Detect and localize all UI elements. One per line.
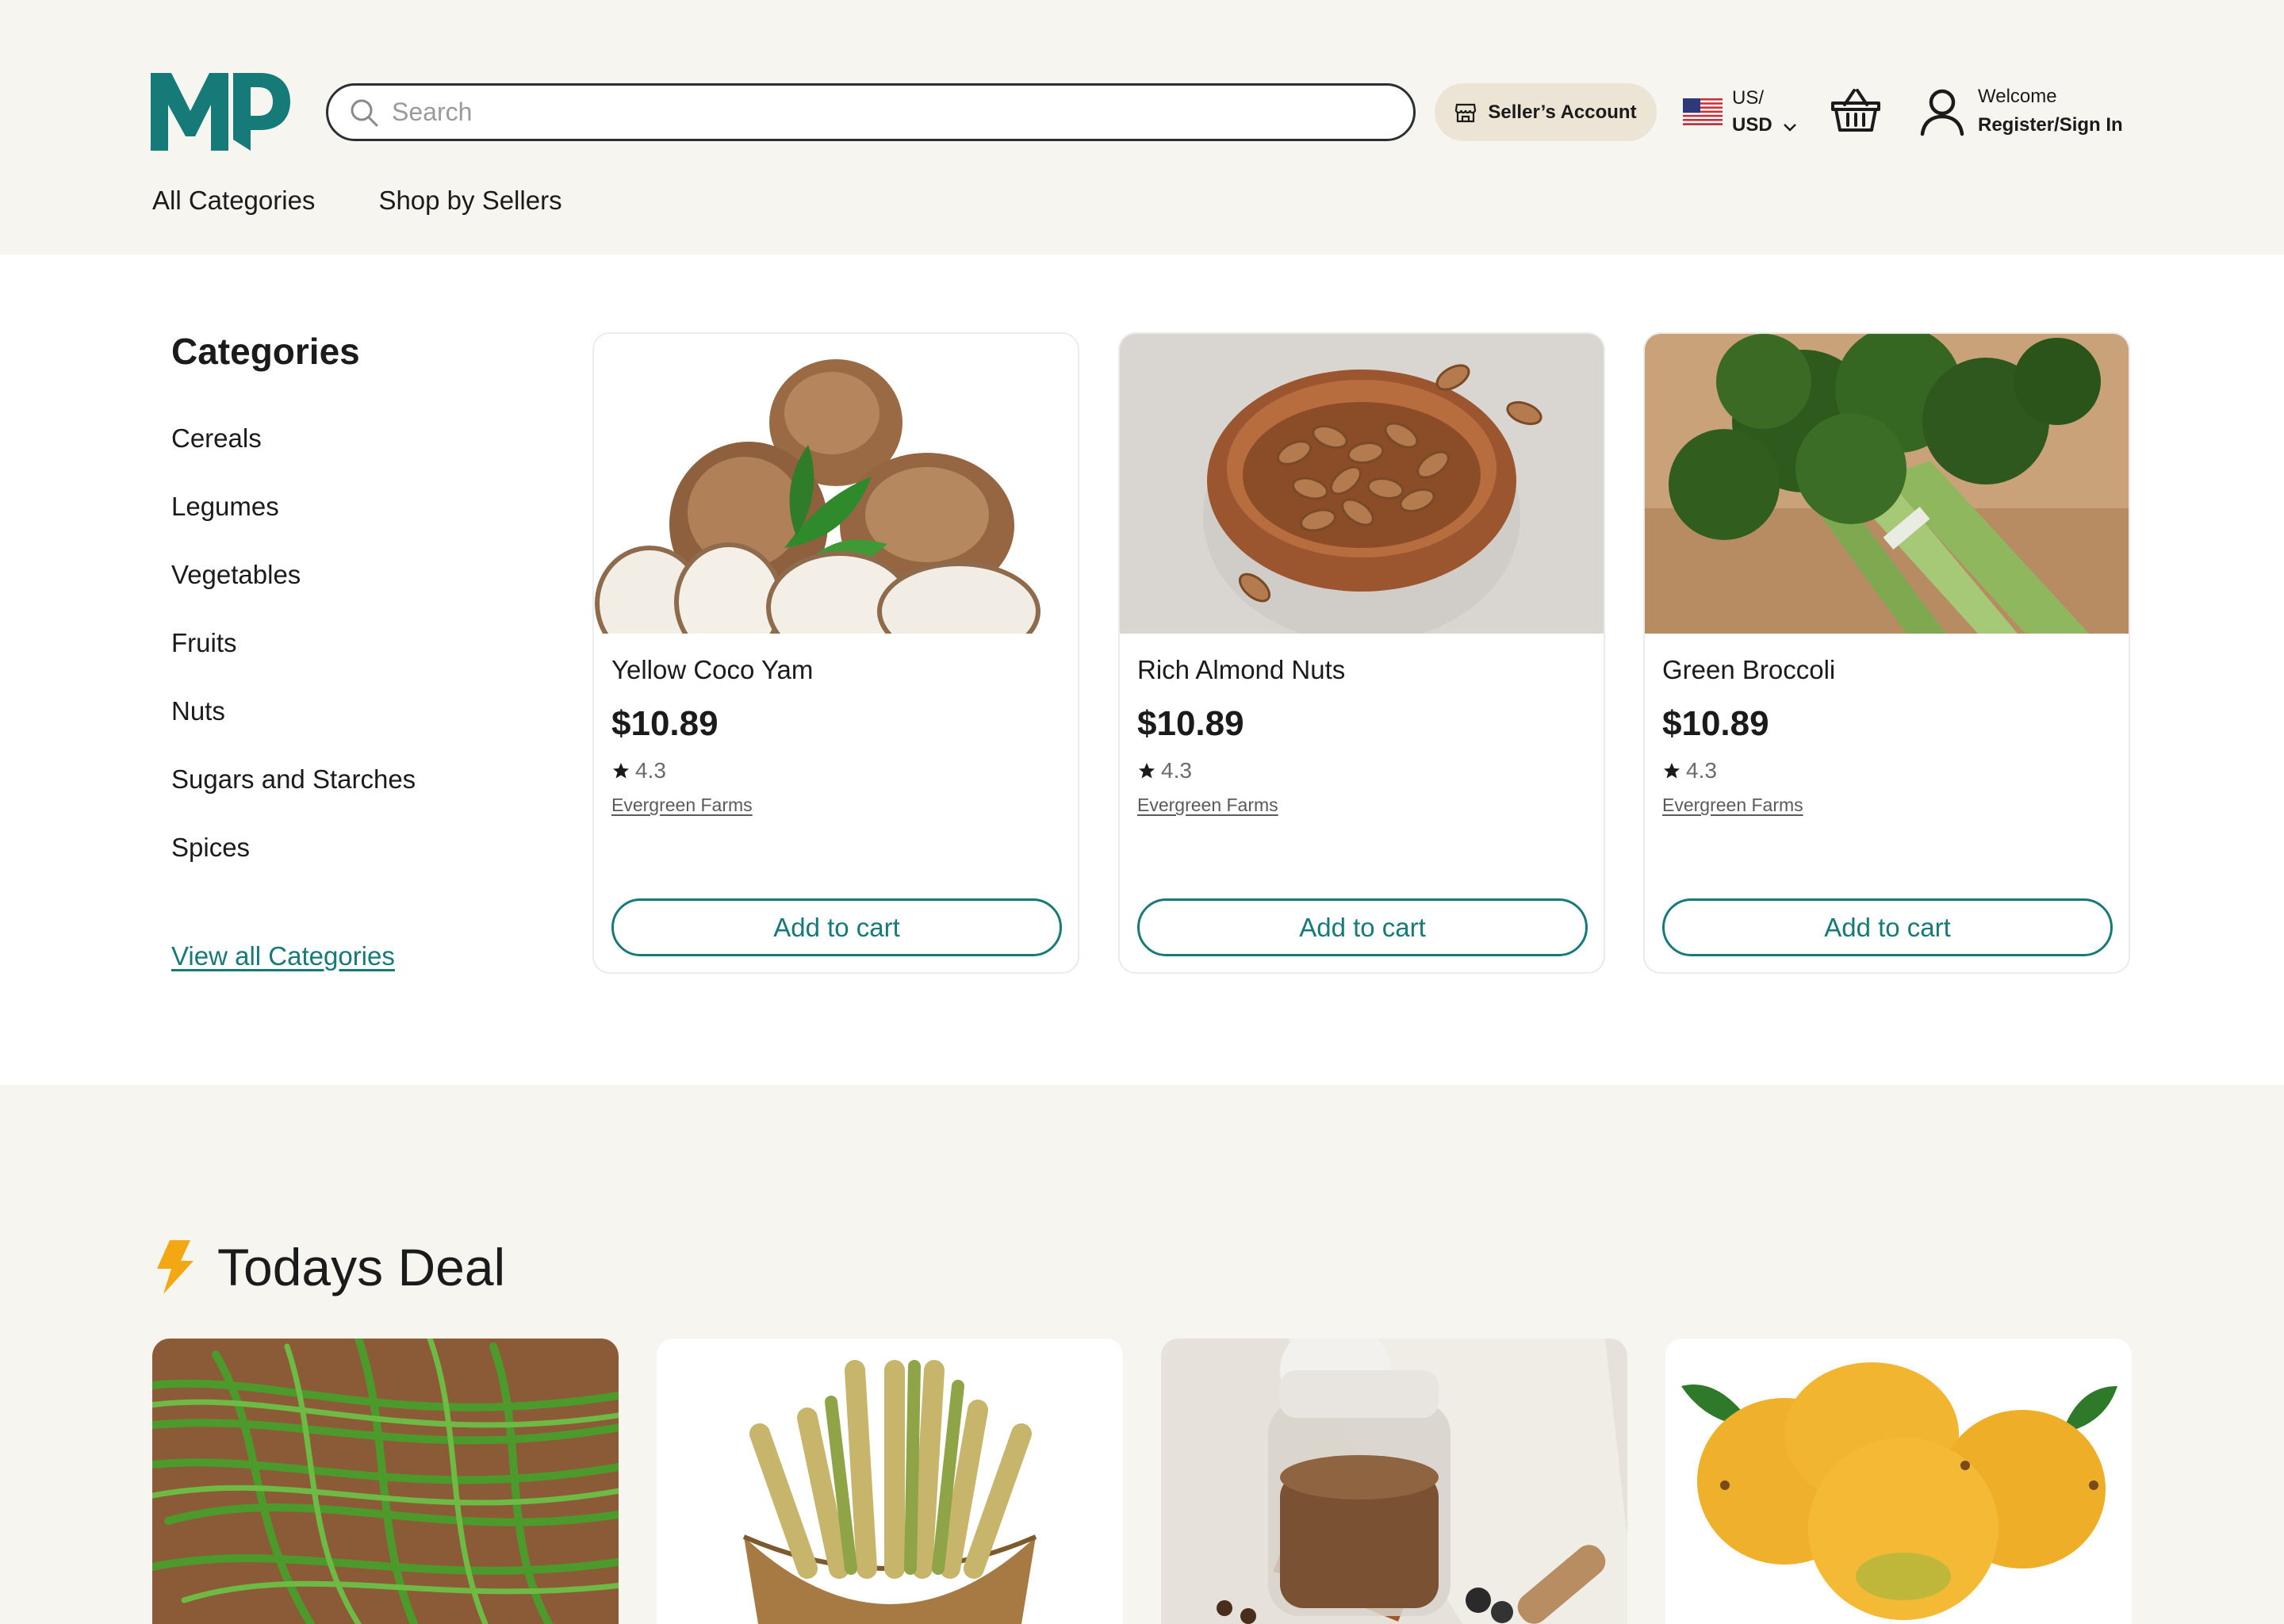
product-card[interactable]: Green Broccoli $10.89 4.3 Evergreen Farm… (1643, 332, 2130, 974)
product-seller-link[interactable]: Evergreen Farms (1662, 795, 1803, 816)
currency-selector[interactable]: US/ USD (1683, 86, 1802, 141)
store-icon (1455, 103, 1477, 122)
user-icon[interactable] (1919, 89, 1965, 136)
star-icon (1664, 763, 1680, 779)
star-icon (1139, 763, 1155, 779)
category-item-sugars-and-starches[interactable]: Sugars and Starches (171, 762, 416, 830)
deal-card-green-beans[interactable] (152, 1339, 619, 1624)
mangoes-image (1665, 1339, 2132, 1624)
rating-value: 4.3 (635, 758, 666, 783)
categories-title: Categories (171, 331, 360, 372)
welcome-text: Welcome (1978, 86, 2057, 107)
featured-section: Categories Cereals Legumes Vegetables Fr… (0, 255, 2284, 1085)
mp-logo[interactable] (151, 73, 290, 151)
product-image-almonds[interactable] (1120, 334, 1604, 634)
product-seller-link[interactable]: Evergreen Farms (611, 795, 753, 816)
deal-card-mangoes[interactable] (1665, 1339, 2132, 1624)
product-image-broccoli[interactable] (1645, 334, 2129, 634)
main-nav: All Categories Shop by Sellers (152, 186, 562, 216)
broccoli-image (1645, 334, 2129, 634)
product-card[interactable]: Yellow Coco Yam $10.89 4.3 Evergreen Far… (592, 332, 1079, 974)
product-price: $10.89 (611, 704, 719, 743)
todays-deal-title: Todays Deal (217, 1238, 506, 1297)
us-flag-icon (1683, 98, 1723, 125)
product-price: $10.89 (1137, 704, 1244, 743)
spice-jar-image (1161, 1339, 1627, 1624)
site-header: Seller’s Account US/ USD Welcome Registe… (0, 0, 2284, 255)
product-rating: 4.3 (611, 758, 666, 783)
locale-currency: USD (1732, 114, 1772, 136)
product-seller-link[interactable]: Evergreen Farms (1137, 795, 1278, 816)
search-icon (351, 99, 378, 126)
coco-yam-image (594, 334, 1078, 634)
add-to-cart-button[interactable]: Add to cart (1662, 898, 2113, 956)
category-item-vegetables[interactable]: Vegetables (171, 557, 416, 626)
product-image-coco-yam[interactable] (594, 334, 1078, 634)
product-card[interactable]: Rich Almond Nuts $10.89 4.3 Evergreen Fa… (1118, 332, 1605, 974)
view-all-categories-link[interactable]: View all Categories (171, 941, 395, 971)
green-beans-image (152, 1339, 619, 1624)
rating-value: 4.3 (1161, 758, 1192, 783)
sellers-account-button[interactable]: Seller’s Account (1435, 83, 1657, 141)
locale-country: US/ (1732, 87, 1765, 109)
sellers-account-label: Seller’s Account (1488, 101, 1637, 123)
category-item-legumes[interactable]: Legumes (171, 489, 416, 557)
product-name[interactable]: Green Broccoli (1662, 655, 1835, 685)
add-to-cart-button[interactable]: Add to cart (611, 898, 1062, 956)
product-rating: 4.3 (1662, 758, 1717, 783)
product-rating: 4.3 (1137, 758, 1192, 783)
deal-card-sugarcane[interactable] (657, 1339, 1123, 1624)
deal-card-spice-jar[interactable] (1161, 1339, 1627, 1624)
lightning-icon (157, 1240, 194, 1294)
sugarcane-image (657, 1339, 1123, 1624)
category-item-cereals[interactable]: Cereals (171, 421, 416, 489)
star-icon (613, 763, 629, 779)
chevron-down-icon (1784, 124, 1796, 132)
product-name[interactable]: Yellow Coco Yam (611, 655, 813, 685)
add-to-cart-button[interactable]: Add to cart (1137, 898, 1588, 956)
register-sign-in-link[interactable]: Register/Sign In (1978, 114, 2123, 136)
product-name[interactable]: Rich Almond Nuts (1137, 655, 1345, 685)
basket-icon[interactable] (1830, 86, 1881, 133)
category-item-fruits[interactable]: Fruits (171, 626, 416, 694)
nav-all-categories[interactable]: All Categories (152, 186, 315, 216)
category-item-nuts[interactable]: Nuts (171, 694, 416, 762)
almonds-image (1120, 334, 1604, 634)
category-item-spices[interactable]: Spices (171, 830, 416, 898)
nav-shop-by-sellers[interactable]: Shop by Sellers (378, 186, 561, 216)
search-input[interactable] (392, 98, 1343, 127)
rating-value: 4.3 (1686, 758, 1717, 783)
product-price: $10.89 (1662, 704, 1769, 743)
category-list: Cereals Legumes Vegetables Fruits Nuts S… (171, 421, 416, 898)
todays-deal-header: Todays Deal (155, 1237, 505, 1297)
search-bar[interactable] (326, 83, 1416, 141)
